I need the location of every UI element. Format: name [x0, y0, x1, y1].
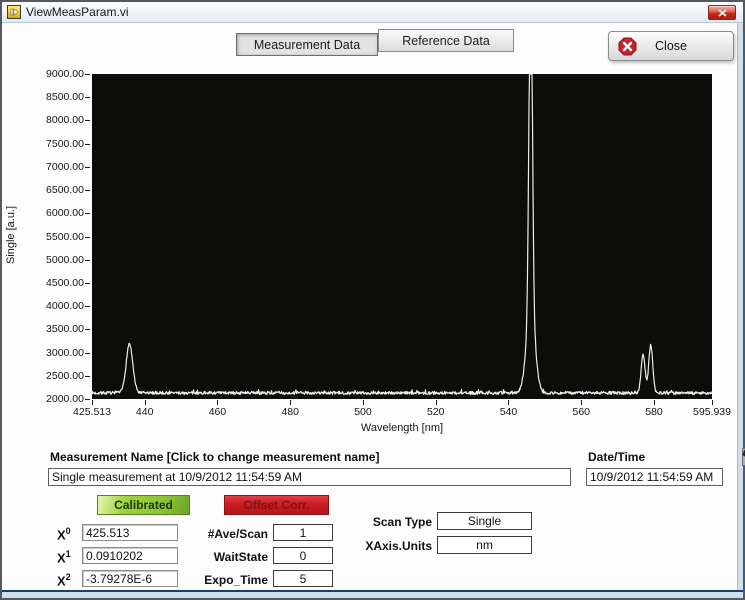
x-tick-mark: [290, 400, 292, 405]
tab-measurement-data[interactable]: Measurement Data: [236, 33, 378, 56]
x-tick-label: 580: [645, 406, 663, 418]
x-tick-label: 440: [135, 406, 154, 418]
y-tick-mark: [85, 352, 90, 354]
x-tick-mark: [362, 400, 364, 405]
ave-scan-label: #Ave/Scan: [207, 527, 268, 541]
y-tick-label: 8500.00: [46, 91, 84, 104]
y-tick-label: 3500.00: [46, 323, 84, 336]
x-tick-mark: [144, 400, 146, 405]
y-tick-label: 4000.00: [46, 300, 84, 313]
offset-corr-indicator-button[interactable]: Offset Corr.: [224, 495, 329, 515]
x-tick-label: 425.513: [73, 406, 111, 418]
window-title: ViewMeasParam.vi: [26, 5, 129, 19]
calibrated-indicator-button[interactable]: Calibrated: [97, 495, 190, 515]
y-tick-mark: [85, 97, 90, 99]
y-axis-title: Single [a.u.]: [5, 205, 17, 265]
labview-app-icon: [7, 5, 21, 19]
x0-label: X0: [57, 526, 71, 543]
y-tick-mark: [85, 74, 90, 75]
x-tick-label: 520: [426, 406, 445, 418]
y-tick-label: 6000.00: [46, 207, 84, 220]
window-frame-right-band: [737, 23, 743, 598]
x-tick-label: 595.939: [693, 406, 731, 418]
xaxis-units-field[interactable]: [437, 536, 532, 554]
datetime-label: Date/Time: [588, 450, 646, 464]
y-tick-label: 2500.00: [46, 369, 84, 382]
x1-field[interactable]: [82, 547, 178, 564]
y-tick-mark: [85, 143, 90, 145]
y-tick-mark: [85, 166, 90, 168]
x-tick-mark: [712, 400, 713, 405]
x-tick-label: 480: [281, 406, 299, 418]
x-tick-label: 540: [499, 406, 518, 418]
y-tick-mark: [85, 375, 90, 377]
datetime-field[interactable]: [586, 468, 723, 486]
y-tick-mark: [85, 213, 90, 215]
y-tick-mark: [85, 259, 90, 261]
y-tick-label: 9000.00: [46, 68, 84, 80]
y-tick-label: 3000.00: [46, 346, 84, 359]
y-tick-label: 7000.00: [46, 160, 84, 173]
y-tick-mark: [85, 329, 90, 331]
y-tick-mark: [85, 236, 90, 238]
titlebar[interactable]: ViewMeasParam.vi: [2, 2, 743, 23]
y-tick-label: 5500.00: [46, 230, 84, 243]
x-tick-mark: [217, 400, 219, 405]
measurement-name-label: Measurement Name [Click to change measur…: [50, 450, 380, 464]
application-window: ViewMeasParam.vi Measurement Data Refere…: [0, 0, 745, 600]
ave-scan-field[interactable]: [273, 524, 333, 541]
y-tick-mark: [85, 190, 90, 192]
close-button[interactable]: Close: [608, 31, 734, 61]
waitstate-field[interactable]: [273, 547, 333, 564]
y-tick-label: 5000.00: [46, 253, 84, 266]
x-tick-mark: [508, 400, 510, 405]
titlebar-close-icon[interactable]: [708, 5, 736, 20]
y-tick-mark: [85, 399, 90, 400]
y-tick-label: 2000.00: [46, 393, 84, 405]
y-tick-label: 6500.00: [46, 184, 84, 197]
x0-field[interactable]: [82, 524, 178, 541]
window-frame-bottom-band: [2, 590, 743, 598]
xaxis-units-label: XAxis.Units: [365, 539, 432, 553]
x2-label: X2: [57, 572, 71, 589]
x-tick-mark: [435, 400, 437, 405]
y-tick-label: 4500.00: [46, 276, 84, 289]
spectrum-plot-area[interactable]: [92, 74, 745, 466]
x-tick-label: 460: [208, 406, 227, 418]
y-tick-label: 8000.00: [46, 114, 84, 127]
x-tick-label: 500: [354, 406, 372, 418]
tab-reference-data[interactable]: Reference Data: [378, 29, 514, 52]
y-tick-mark: [85, 306, 90, 308]
x1-label: X1: [57, 549, 71, 566]
close-button-label: Close: [655, 39, 687, 53]
y-tick-label: 7500.00: [46, 137, 84, 150]
x-tick-mark: [581, 400, 583, 405]
expo-time-label: Expo_Time: [204, 573, 268, 587]
measurement-name-input[interactable]: [48, 468, 571, 486]
y-tick-mark: [85, 282, 90, 284]
x-tick-label: 560: [572, 406, 591, 418]
x-axis-title: Wavelength [nm]: [360, 422, 444, 434]
x-tick-mark: [92, 400, 93, 405]
waitstate-label: WaitState: [213, 550, 268, 564]
x2-field[interactable]: [82, 570, 178, 587]
scan-type-field[interactable]: [437, 512, 532, 530]
x-tick-mark: [654, 400, 655, 405]
scan-type-label: Scan Type: [372, 515, 432, 529]
expo-time-field[interactable]: [273, 570, 333, 587]
window-frame: ViewMeasParam.vi Measurement Data Refere…: [2, 2, 745, 598]
spectrum-trace: [92, 74, 712, 395]
y-tick-mark: [85, 120, 90, 122]
